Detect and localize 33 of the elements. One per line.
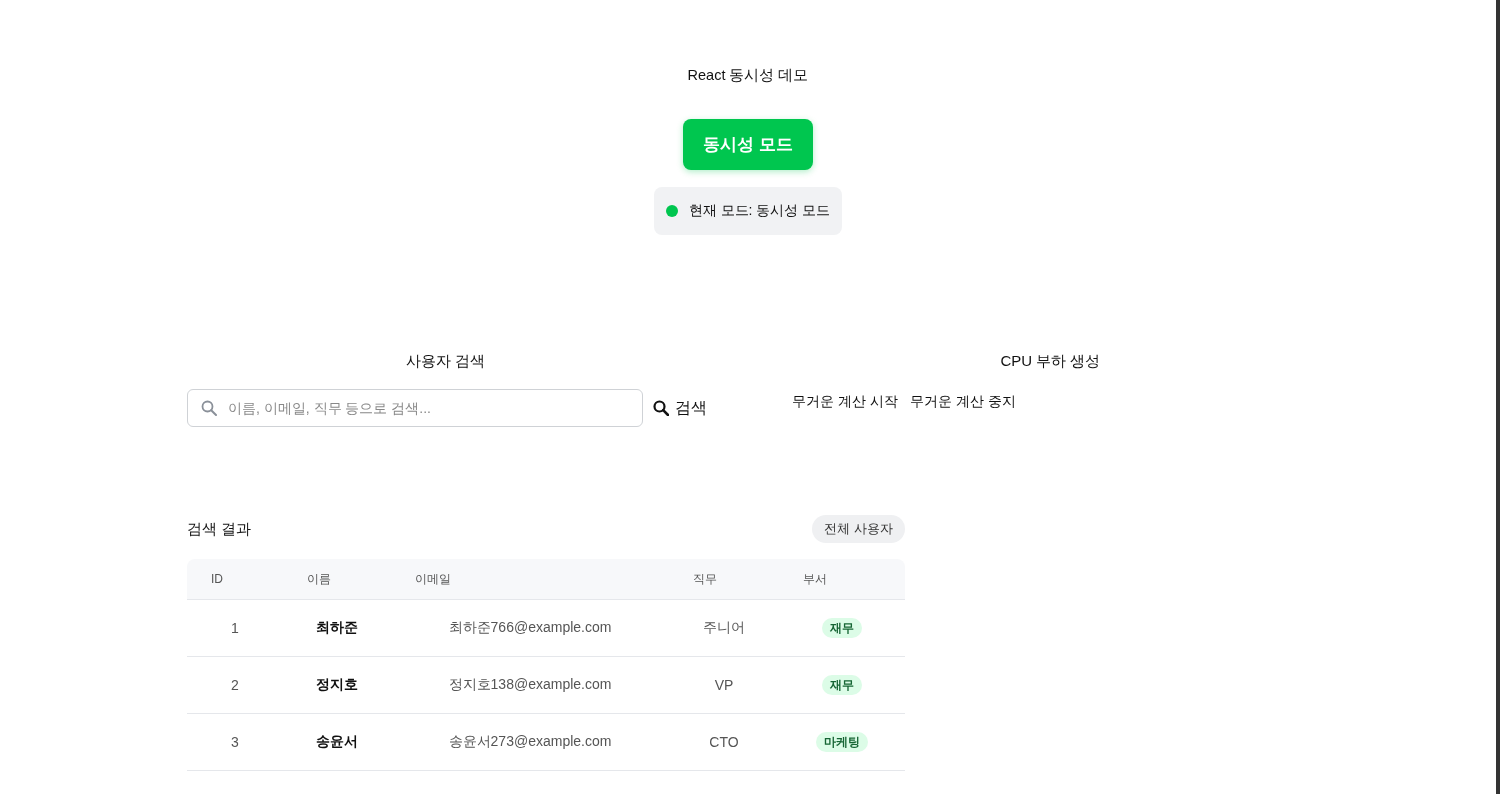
search-icon — [653, 400, 669, 416]
search-button[interactable]: 검색 — [653, 397, 707, 419]
results-title: 검색 결과 — [187, 519, 252, 539]
cpu-load-button[interactable]: 무거운 계산 시작 — [792, 390, 898, 412]
department-tag: 마케팅 — [816, 732, 868, 752]
column-header: 직무 — [669, 559, 779, 600]
table-cell: 송윤서 — [283, 714, 391, 771]
table-cell: 1 — [187, 600, 283, 657]
table-cell: 3 — [187, 714, 283, 771]
search-field[interactable]: 이름, 이메일, 직무 등으로 검색... — [187, 389, 643, 427]
table-cell: 최하준 — [283, 600, 391, 657]
section-title: CPU 부하 생성 — [999, 351, 1102, 371]
table-cell: 정지호 — [283, 657, 391, 714]
table-cell: 최하준766@example.com — [391, 600, 669, 657]
page-title: React 동시성 데모 — [687, 66, 809, 85]
table-cell: VP — [669, 657, 779, 714]
table-cell: 송윤서273@example.com — [391, 714, 669, 771]
all-users-button[interactable]: 전체 사용자 — [812, 515, 905, 543]
table-cell: 2 — [187, 657, 283, 714]
search-icon — [201, 400, 217, 416]
column-header: 부서 — [779, 559, 905, 600]
department-tag: 재무 — [822, 675, 862, 695]
section-title: 사용자 검색 — [404, 351, 487, 371]
mode-status-text: 현재 모드: 동시성 모드 — [688, 202, 831, 220]
table-cell: CTO — [669, 714, 779, 771]
column-header: 이메일 — [391, 559, 669, 600]
status-dot-icon — [665, 205, 678, 217]
column-header: 이름 — [283, 559, 391, 600]
table-cell: 정지호138@example.com — [391, 657, 669, 714]
cpu-load-button[interactable]: 무거운 계산 중지 — [909, 390, 1016, 412]
table-cell: 주니어 — [669, 600, 779, 657]
column-header: ID — [187, 559, 283, 600]
department-tag: 재무 — [822, 618, 862, 638]
